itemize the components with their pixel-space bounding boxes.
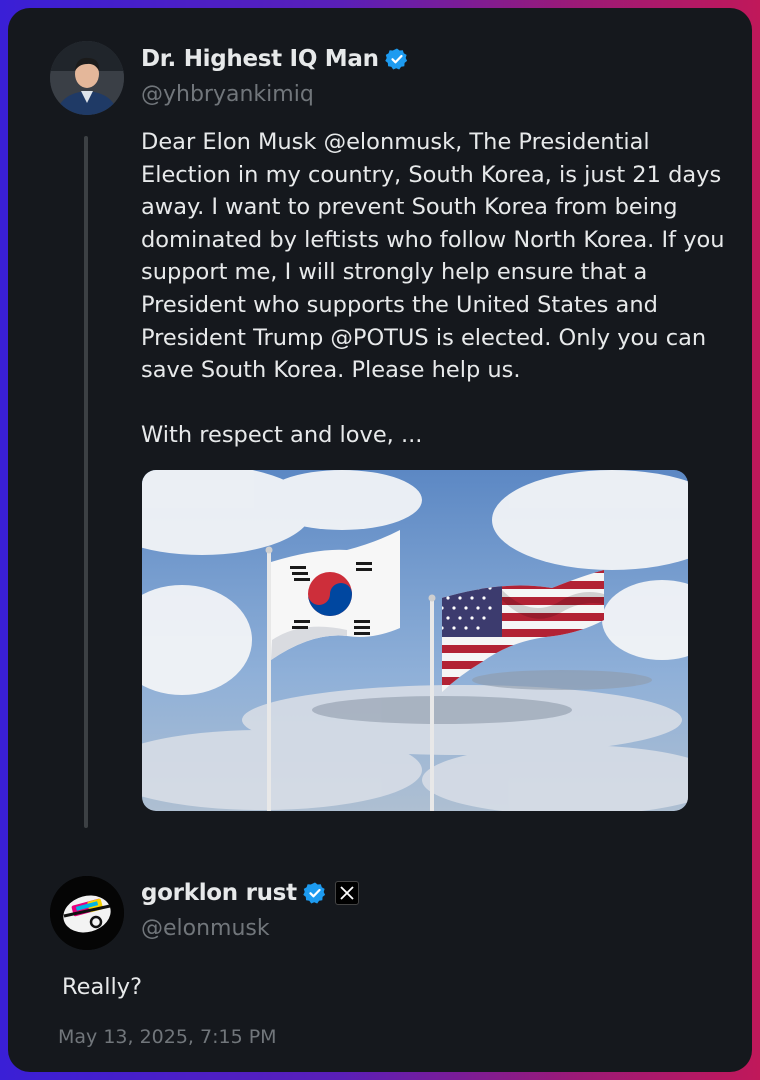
- reply-avatar[interactable]: [50, 876, 124, 950]
- author-name[interactable]: Dr. Highest IQ Man: [141, 46, 409, 72]
- tweet-media-flags-photo[interactable]: [142, 470, 688, 811]
- author-handle[interactable]: @yhbryankimiq: [141, 82, 314, 107]
- x-logo-icon: [334, 881, 359, 905]
- thread-connector-line: [84, 136, 88, 828]
- reply-author-name[interactable]: gorklon rust: [141, 880, 359, 906]
- author-avatar[interactable]: [50, 41, 124, 115]
- author-name-text[interactable]: Dr. Highest IQ Man: [141, 46, 379, 72]
- verified-badge-icon: [303, 881, 327, 905]
- verified-badge-icon: [384, 47, 409, 71]
- reply-body: Really?: [62, 974, 143, 1000]
- tweet-body: Dear Elon Musk @elonmusk, The Presidenti…: [141, 129, 725, 449]
- reply-timestamp[interactable]: May 13, 2025, 7:15 PM: [58, 1026, 277, 1048]
- reply-author-name-text[interactable]: gorklon rust: [141, 880, 297, 906]
- reply-author-handle[interactable]: @elonmusk: [141, 916, 270, 941]
- tweet-card: Dr. Highest IQ Man @yhbryankimiq Dear El…: [8, 8, 752, 1072]
